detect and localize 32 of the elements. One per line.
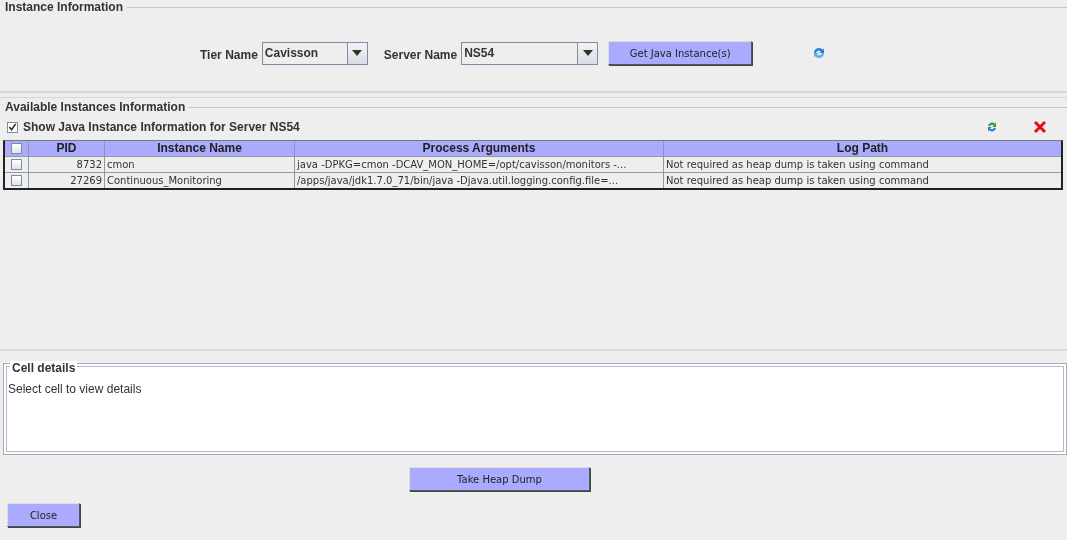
server-name-dropdown[interactable]: NS54 (461, 41, 599, 65)
table-cell-text: Not required as heap dump is taken using command (665, 174, 930, 188)
field-label: Tier Name (200, 47, 258, 62)
table-cell-text: Not required as heap dump is taken using command (665, 158, 930, 172)
checkbox[interactable] (11, 159, 22, 170)
tier-name-dropdown[interactable]: Cavisson (261, 41, 368, 65)
table-cell: 8732 (29, 157, 105, 172)
take-heap-dump-button[interactable]: Take Heap Dump (409, 467, 590, 491)
column-header: PID (29, 141, 105, 156)
table-cell: 27269 (29, 173, 105, 188)
table-cell: Continuous_Monitoring (105, 173, 295, 188)
checkbox[interactable] (7, 121, 18, 133)
details-text: Select cell to view details (8, 382, 142, 396)
checkbox-label: Show Java Instance Information for Server NS54 (23, 120, 300, 134)
get-instances-button[interactable]: Get Java Instance(s) (608, 41, 753, 65)
checkbox[interactable] (11, 143, 22, 154)
table-cell: java -DPKG=cmon -DCAV_MON_HOME=/opt/cavisson/monitors -... (295, 157, 664, 172)
column-header: Instance Name (105, 141, 295, 156)
field-label: Server Name (383, 47, 458, 62)
column-header: Process Arguments (295, 141, 664, 156)
refresh-icon[interactable] (986, 120, 998, 134)
checkbox[interactable] (11, 175, 22, 186)
section-title: Cell details (10, 361, 78, 375)
table-cell: /apps/java/jdk1.7.0_71/bin/java -Djava.util.logging.config.file=... (295, 173, 664, 188)
delete-icon[interactable] (1033, 120, 1047, 134)
close-button[interactable]: Close (7, 503, 80, 527)
caret-icon[interactable] (352, 50, 363, 56)
section-title: Available Instances Information (0, 97, 1067, 114)
section-title: Instance Information (0, 0, 1067, 14)
table-cell: cmon (105, 157, 295, 172)
caret-icon[interactable] (582, 50, 593, 56)
column-header: Log Path (664, 141, 1061, 156)
